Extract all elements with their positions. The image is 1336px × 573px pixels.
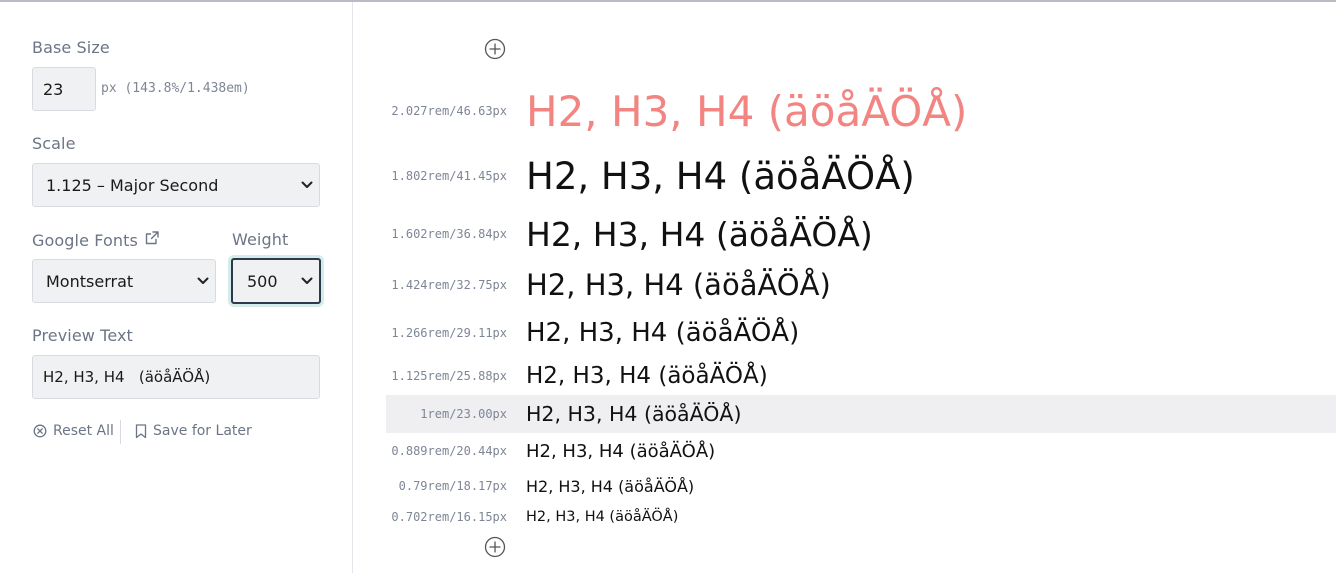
font-select[interactable]: Montserrat [32,259,216,303]
settings-sidebar: Base Size 23 px (143.8%/1.438em) Scale 1… [0,2,353,573]
scale-row-size: 1.424rem/32.75px [391,278,507,292]
chevron-down-icon [301,181,313,189]
close-circle-icon [33,424,47,438]
scale-row-sample: H2, H3, H4 (äöåÄÖÅ) [526,154,915,198]
reset-all-button[interactable]: Reset All [33,423,114,439]
scale-row[interactable]: 2.027rem/46.63px H2, H3, H4 (äöåÄÖÅ) [386,78,1336,144]
base-size-hint: px (143.8%/1.438em) [101,81,250,96]
scale-row-base[interactable]: 1rem/23.00px H2, H3, H4 (äöåÄÖÅ) [386,395,1336,433]
scale-row-size: 0.79rem/18.17px [398,479,507,493]
base-size-input[interactable]: 23 [32,67,96,111]
add-step-above-button[interactable] [484,38,506,60]
weight-select-value: 500 [247,271,278,291]
scale-label: Scale [32,134,76,153]
scale-row-sample: H2, H3, H4 (äöåÄÖÅ) [526,476,695,496]
scale-row-sample: H2, H3, H4 (äöåÄÖÅ) [526,402,742,426]
preview-text-label: Preview Text [32,326,133,345]
preview-text-input[interactable]: H2, H3, H4 (äöåÄÖÅ) [32,355,320,399]
chevron-down-icon [301,277,313,285]
scale-row[interactable]: 1.802rem/41.45px H2, H3, H4 (äöåÄÖÅ) [386,144,1336,208]
scale-row[interactable]: 1.266rem/29.11px H2, H3, H4 (äöåÄÖÅ) [386,310,1336,356]
google-fonts-label-group: Google Fonts [32,230,160,250]
scale-row[interactable]: 0.702rem/16.15px H2, H3, H4 (äöåÄÖÅ) [386,503,1336,531]
scale-row-size: 1.802rem/41.45px [391,169,507,183]
save-for-later-button[interactable]: Save for Later [135,423,252,439]
scale-row[interactable]: 0.79rem/18.17px H2, H3, H4 (äöåÄÖÅ) [386,469,1336,503]
scale-row-size: 1rem/23.00px [420,407,507,421]
scale-row-size: 0.702rem/16.15px [391,510,507,524]
scale-select[interactable]: 1.125 – Major Second [32,163,320,207]
plus-circle-icon [484,536,506,558]
add-step-below-button[interactable] [484,536,506,558]
save-for-later-label: Save for Later [153,423,252,439]
google-fonts-label: Google Fonts [32,230,138,250]
scale-row[interactable]: 1.125rem/25.88px H2, H3, H4 (äöåÄÖÅ) [386,356,1336,396]
plus-circle-icon [484,38,506,60]
base-size-label: Base Size [32,38,110,57]
bookmark-icon [135,423,147,439]
scale-row-sample: H2, H3, H4 (äöåÄÖÅ) [526,363,768,389]
weight-select[interactable]: 500 [231,258,321,304]
scale-row[interactable]: 1.602rem/36.84px H2, H3, H4 (äöåÄÖÅ) [386,208,1336,260]
scale-select-value: 1.125 – Major Second [46,175,219,195]
scale-row-sample: H2, H3, H4 (äöåÄÖÅ) [526,318,800,348]
scale-row-size: 1.125rem/25.88px [391,369,507,383]
scale-row-size: 0.889rem/20.44px [391,444,507,458]
scale-row-sample: H2, H3, H4 (äöåÄÖÅ) [526,86,968,136]
scale-row[interactable]: 0.889rem/20.44px H2, H3, H4 (äöåÄÖÅ) [386,433,1336,469]
reset-all-label: Reset All [53,423,114,439]
scale-row-size: 2.027rem/46.63px [391,104,507,118]
scale-row-size: 1.602rem/36.84px [391,227,507,241]
external-link-icon[interactable] [144,230,160,250]
font-select-value: Montserrat [46,271,134,291]
scale-row-sample: H2, H3, H4 (äöåÄÖÅ) [526,214,873,254]
weight-label: Weight [232,230,289,249]
scale-row-size: 1.266rem/29.11px [391,326,507,340]
scale-row-sample: H2, H3, H4 (äöåÄÖÅ) [526,268,831,302]
scale-row[interactable]: 1.424rem/32.75px H2, H3, H4 (äöåÄÖÅ) [386,260,1336,310]
scale-row-sample: H2, H3, H4 (äöåÄÖÅ) [526,509,679,525]
action-divider [120,420,121,444]
scale-row-sample: H2, H3, H4 (äöåÄÖÅ) [526,440,716,462]
chevron-down-icon [197,277,209,285]
